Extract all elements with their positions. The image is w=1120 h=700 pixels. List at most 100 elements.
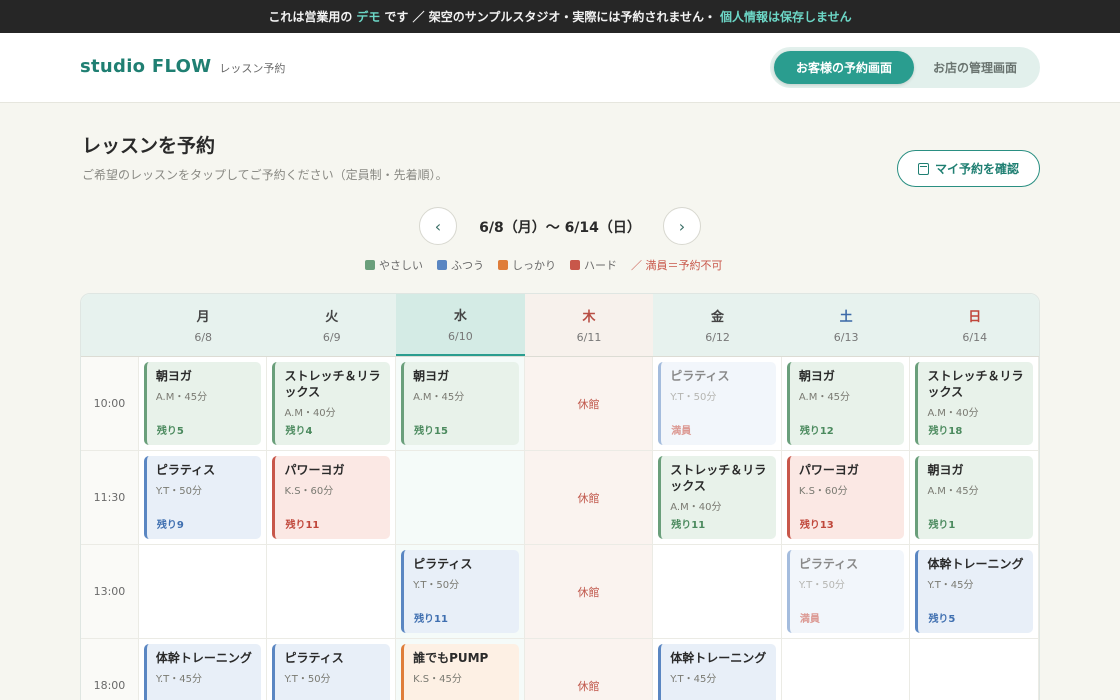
day-name: 月 — [196, 310, 210, 325]
day-name: 土 — [839, 310, 853, 325]
remaining-seats: 残り9 — [156, 520, 184, 531]
schedule-cell: ストレッチ＆リラックス A.M・40分 残り11 — [653, 451, 782, 544]
lesson-info: Y.T・50分 — [155, 486, 202, 497]
lesson-info: A.M・40分 — [927, 408, 979, 419]
lesson-name: パワーヨガ — [798, 463, 859, 477]
remaining-seats: 残り18 — [928, 426, 963, 437]
closed-cell: 休館 — [524, 451, 654, 544]
closed-label: 休館 — [577, 585, 600, 599]
lesson-card[interactable]: 誰でもPUMP K.S・45分 — [401, 644, 519, 700]
day-name: 金 — [711, 310, 725, 325]
day-date: 6/13 — [833, 331, 859, 344]
lesson-card[interactable]: 朝ヨガ A.M・45分 残り5 — [143, 362, 262, 445]
lesson-name: ピラティス — [670, 369, 730, 383]
lesson-card[interactable]: ストレッチ＆リラックス A.M・40分 残り4 — [272, 362, 391, 445]
lesson-card[interactable]: 朝ヨガ A.M・45分 残り1 — [915, 456, 1034, 539]
banner-text-1: これは営業用の — [268, 10, 353, 24]
lesson-card: ピラティス Y.T・50分 満員 — [658, 362, 776, 445]
lesson-info: K.S・45分 — [413, 674, 462, 685]
lesson-name: 朝ヨガ — [413, 369, 450, 383]
schedule-cell — [782, 639, 911, 700]
lesson-info: Y.T・50分 — [413, 580, 460, 591]
time-slot-row: 13:00 ピラティス Y.T・50分 残り11 休館 ピラティス Y.T・50分 満員 体幹ト… — [81, 545, 1039, 639]
my-reservation-button[interactable]: マイ予約を確認 — [897, 150, 1040, 187]
lesson-name: ストレッチ＆リラックス — [670, 463, 767, 493]
banner-privacy-label: 個人情報は保存しません — [720, 10, 852, 24]
time-label: 18:00 — [81, 639, 139, 700]
lesson-info: A.M・45分 — [155, 392, 208, 403]
day-header: 金 6/12 — [653, 294, 782, 356]
lesson-name: ピラティス — [155, 463, 216, 477]
closed-cell: 休館 — [524, 357, 654, 450]
closed-cell: 休館 — [524, 639, 654, 700]
lesson-name: ピラティス — [413, 557, 473, 571]
lesson-card[interactable]: ストレッチ＆リラックス A.M・40分 残り11 — [658, 456, 776, 539]
closed-label: 休館 — [577, 679, 600, 693]
customer-view-button[interactable]: お客様の予約画面 — [774, 51, 914, 84]
legend-swatch-normal — [437, 260, 447, 270]
page-title: レッスンを予約 — [82, 135, 216, 157]
lesson-card[interactable]: パワーヨガ K.S・60分 残り11 — [272, 456, 391, 539]
view-mode-switch: お客様の予約画面 お店の管理画面 — [770, 47, 1040, 88]
day-header: 水 6/10 — [396, 294, 525, 356]
calendar-icon — [917, 162, 929, 175]
lesson-card[interactable]: 朝ヨガ A.M・45分 残り15 — [401, 362, 519, 445]
lesson-info: K.S・60分 — [798, 486, 848, 497]
lesson-card[interactable]: パワーヨガ K.S・60分 残り13 — [786, 456, 905, 539]
schedule-body: 10:00 朝ヨガ A.M・45分 残り5 ストレッチ＆リラックス A.M・40分 残り4 朝… — [81, 357, 1039, 700]
schedule-cell: ストレッチ＆リラックス A.M・40分 残り4 — [267, 357, 397, 450]
lesson-card[interactable]: 体幹トレーニング Y.T・45分 — [658, 644, 776, 700]
page-description: ご希望のレッスンをタップしてご予約ください（定員制・先着順）。 — [82, 168, 448, 182]
prev-week-button[interactable]: ‹ — [419, 207, 457, 245]
day-header: 木 6/11 — [524, 294, 654, 356]
brand-subtitle: レッスン予約 — [219, 62, 286, 75]
lesson-card[interactable]: 朝ヨガ A.M・45分 残り12 — [786, 362, 905, 445]
banner-demo-label: デモ — [356, 10, 381, 24]
remaining-seats: 残り15 — [414, 426, 448, 437]
schedule-cell: ピラティス Y.T・50分 残り11 — [396, 545, 525, 638]
brand-logo[interactable]: studio FLOW — [80, 56, 211, 77]
legend-label-normal: ふつう — [451, 259, 484, 272]
lesson-name: ピラティス — [284, 651, 344, 665]
day-header: 月 6/8 — [139, 294, 268, 356]
day-header: 日 6/14 — [910, 294, 1039, 356]
next-week-button[interactable]: › — [663, 207, 701, 245]
lesson-info: Y.T・45分 — [670, 674, 717, 685]
lesson-card[interactable]: ピラティス Y.T・50分 残り9 — [143, 456, 262, 539]
schedule-cell: 朝ヨガ A.M・45分 残り5 — [139, 357, 268, 450]
lesson-name: ストレッチ＆リラックス — [927, 369, 1024, 399]
my-reservation-label: マイ予約を確認 — [934, 162, 1019, 176]
legend-label-firm: しっかり — [512, 259, 556, 272]
lesson-card[interactable]: ピラティス Y.T・50分 残り11 — [401, 550, 519, 633]
day-date: 6/14 — [962, 331, 988, 344]
lesson-name: 体幹トレーニング — [927, 557, 1024, 571]
lesson-name: ピラティス — [798, 557, 859, 571]
lesson-card[interactable]: 体幹トレーニング Y.T・45分 — [143, 644, 262, 700]
lesson-card[interactable]: ストレッチ＆リラックス A.M・40分 残り18 — [915, 362, 1034, 445]
lesson-card[interactable]: ピラティス Y.T・50分 — [272, 644, 391, 700]
admin-view-button[interactable]: お店の管理画面 — [914, 51, 1036, 84]
lesson-name: 体幹トレーニング — [155, 651, 252, 665]
schedule-cell: 朝ヨガ A.M・45分 残り12 — [782, 357, 911, 450]
legend-full-note: ／ 満員＝予約不可 — [631, 259, 723, 272]
legend-label-hard: ハード — [584, 259, 617, 272]
time-slot-row: 11:30 ピラティス Y.T・50分 残り9 パワーヨガ K.S・60分 残り11 休館 スト… — [81, 451, 1039, 545]
day-header-row: 月 6/8 火 6/9 水 6/10 木 6/11 金 6/12 土 6/13 日 6/14 — [81, 294, 1039, 357]
legend-item-firm: しっかり — [498, 257, 556, 273]
week-range-label: 6/8（月）〜 6/14（日） — [479, 220, 641, 236]
lesson-info: A.M・40分 — [284, 408, 336, 419]
schedule-cell — [910, 639, 1039, 700]
day-name: 火 — [325, 310, 339, 325]
lesson-info: A.M・45分 — [413, 392, 465, 403]
lesson-info: Y.T・45分 — [927, 580, 974, 591]
day-date: 6/9 — [322, 331, 341, 344]
lesson-card[interactable]: 体幹トレーニング Y.T・45分 残り5 — [915, 550, 1034, 633]
time-label: 10:00 — [81, 357, 139, 450]
lesson-info: A.M・45分 — [798, 392, 851, 403]
schedule-cell: 体幹トレーニング Y.T・45分 残り5 — [910, 545, 1039, 638]
time-slot-row: 10:00 朝ヨガ A.M・45分 残り5 ストレッチ＆リラックス A.M・40分 残り4 朝… — [81, 357, 1039, 451]
day-name: 日 — [968, 310, 982, 325]
legend-item-normal: ふつう — [437, 257, 484, 273]
full-badge: 満員 — [671, 426, 692, 437]
lesson-name: ストレッチ＆リラックス — [284, 369, 381, 399]
